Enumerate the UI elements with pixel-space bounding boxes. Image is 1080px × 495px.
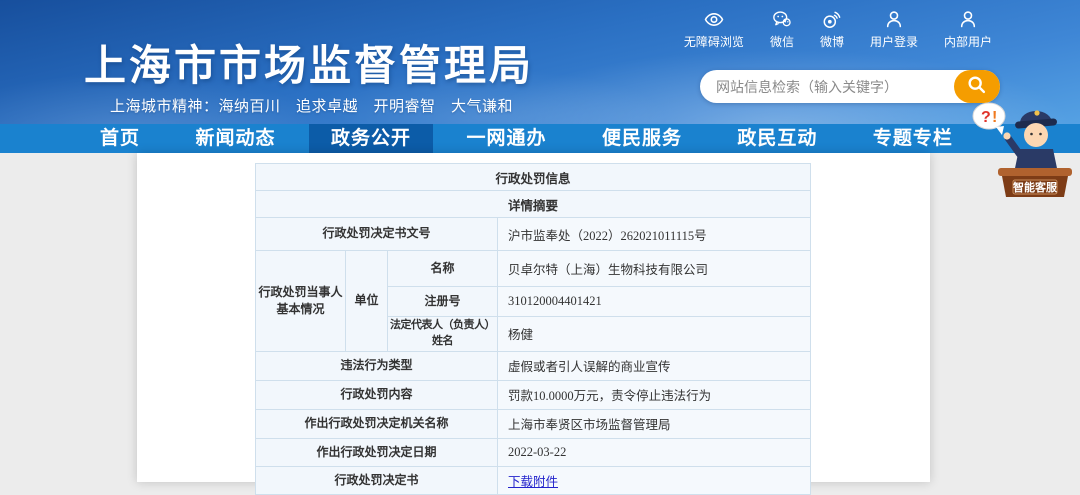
eye-icon — [703, 9, 725, 30]
row-label-decision-doc: 行政处罚决定书 — [255, 465, 498, 495]
user-icon — [957, 9, 979, 30]
row-label-doc-number: 行政处罚决定书文号 — [255, 217, 498, 251]
utility-label: 微信 — [769, 35, 794, 49]
user-icon — [883, 9, 905, 30]
row-value-penalty-content: 罚款10.0000万元，责令停止违法行为 — [496, 379, 812, 410]
svg-text:?: ? — [981, 109, 991, 126]
row-label-name: 名称 — [387, 250, 498, 287]
utility-label: 内部用户 — [943, 35, 992, 49]
table-title: 行政处罚信息 — [254, 163, 812, 191]
nav-item-special-columns[interactable]: 专题专栏 — [851, 124, 975, 153]
row-value-doc-number: 沪市监奉处（2022）262021011115号 — [496, 217, 812, 251]
service-desk-icon: 智能客服 — [998, 168, 1072, 197]
row-value-authority: 上海市奉贤区市场监督管理局 — [496, 408, 812, 439]
site-motto: 上海城市精神：海纳百川 追求卓越 开明睿智 大气谦和 — [110, 98, 514, 115]
row-label-reg-number: 注册号 — [387, 286, 498, 317]
nav-item-news[interactable]: 新闻动态 — [173, 124, 297, 153]
user-login-link[interactable]: 用户登录 — [870, 9, 918, 50]
table-subtitle: 详情摘要 — [254, 190, 812, 218]
row-value-violation-type: 虚假或者引人误解的商业宣传 — [496, 350, 812, 381]
utility-bar: 无障碍浏览 微信 微博 用户登录 内部用户 — [684, 9, 992, 50]
nav-item-gov-disclosure[interactable]: 政务公开 — [308, 124, 433, 153]
desk-label: 智能客服 — [1013, 180, 1058, 194]
officer-figure-icon — [1003, 110, 1058, 173]
row-label-violation-type: 违法行为类型 — [255, 350, 498, 381]
utility-label: 无障碍浏览 — [683, 35, 744, 49]
accessibility-link[interactable]: 无障碍浏览 — [684, 9, 744, 50]
row-label-party-type: 单位 — [345, 250, 388, 352]
site-title: 上海市市场监督管理局 — [84, 42, 535, 89]
svg-text:!: ! — [992, 109, 997, 126]
site-header: 上海市市场监督管理局 上海城市精神：海纳百川 追求卓越 开明睿智 大气谦和 无障… — [0, 0, 1080, 124]
row-value-legal-rep: 杨健 — [496, 316, 812, 352]
utility-label: 用户登录 — [869, 35, 918, 49]
penalty-info-table: 行政处罚信息 详情摘要 行政处罚决定书文号 沪市监奉处（2022）2620210… — [254, 163, 812, 495]
row-label-party-info: 行政处罚当事人 基本情况 — [255, 250, 346, 352]
main-nav: 首页 新闻动态 政务公开 一网通办 便民服务 政民互动 专题专栏 — [0, 124, 1080, 153]
row-label-penalty-content: 行政处罚内容 — [255, 379, 498, 410]
wechat-link[interactable]: 微信 — [770, 9, 794, 50]
row-label-decision-date: 作出行政处罚决定日期 — [255, 437, 498, 467]
nav-item-one-stop[interactable]: 一网通办 — [444, 124, 568, 153]
utility-label: 微博 — [819, 35, 844, 49]
speech-bubble-icon: ? ! — [972, 102, 1006, 135]
wechat-icon — [771, 9, 793, 30]
site-search — [700, 70, 1000, 103]
row-value-reg-number: 310120004401421 — [496, 286, 812, 317]
row-value-name: 贝卓尔特（上海）生物科技有限公司 — [496, 250, 812, 287]
nav-item-interaction[interactable]: 政民互动 — [715, 124, 839, 153]
nav-item-services[interactable]: 便民服务 — [580, 124, 704, 153]
nav-item-home[interactable]: 首页 — [78, 124, 162, 153]
row-label-authority: 作出行政处罚决定机关名称 — [255, 408, 498, 439]
internal-user-link[interactable]: 内部用户 — [944, 9, 992, 50]
row-label-legal-rep: 法定代表人（负责人） 姓名 — [387, 316, 498, 352]
row-value-decision-date: 2022-03-22 — [496, 437, 812, 467]
weibo-icon — [821, 9, 843, 30]
search-input[interactable] — [700, 78, 954, 95]
weibo-link[interactable]: 微博 — [820, 9, 844, 50]
smart-customer-service-mascot[interactable]: ? ! 智能客服 — [968, 96, 1074, 200]
